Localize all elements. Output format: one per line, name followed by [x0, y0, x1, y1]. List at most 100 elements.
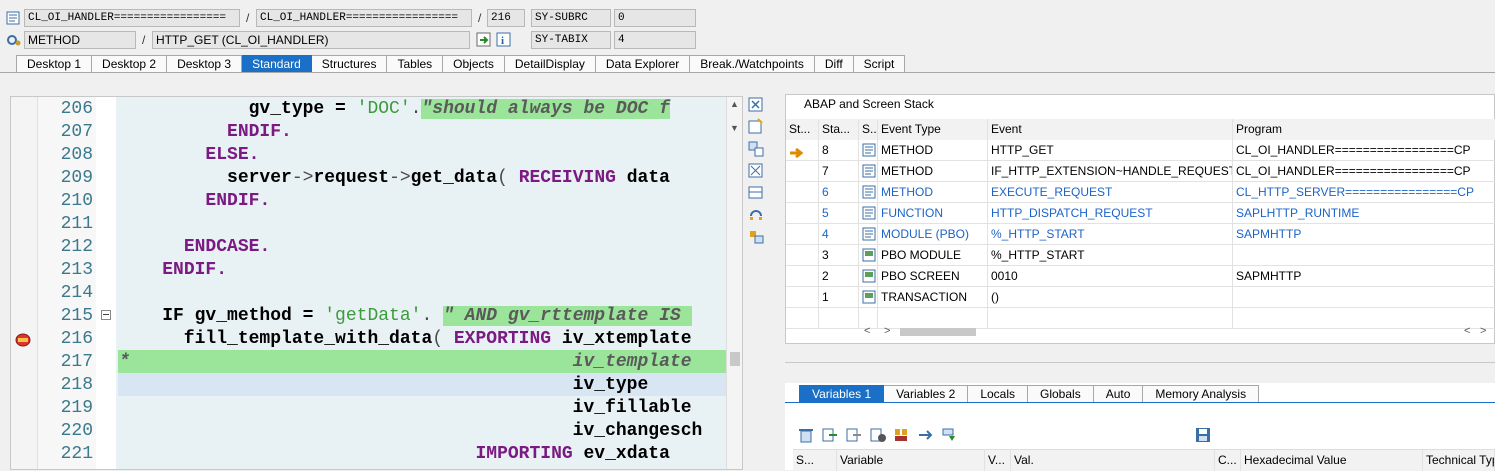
- tab-structures[interactable]: Structures: [311, 55, 388, 73]
- tab-standard[interactable]: Standard: [242, 55, 312, 73]
- scroll-up-icon[interactable]: ▲: [730, 99, 739, 109]
- header-row-method: [0, 30, 26, 50]
- tab-desktop-1[interactable]: Desktop 1: [16, 55, 93, 73]
- stack-type-cell: PBO SCREEN: [878, 266, 988, 287]
- event-type-icon-cell: [859, 266, 878, 287]
- stack-row[interactable]: 5 FUNCTION HTTP_DISPATCH_REQUEST SAPLHTTP_R…: [786, 203, 1495, 224]
- stack-column-header[interactable]: S...: [859, 119, 878, 140]
- current-frame-cell: [786, 182, 819, 203]
- remove-icon[interactable]: [869, 427, 887, 443]
- tab-variables-1[interactable]: Variables 1: [799, 385, 885, 403]
- refresh-tool-icon[interactable]: [747, 206, 765, 224]
- variables-column-header[interactable]: V...: [985, 450, 1011, 471]
- scroll-thumb[interactable]: [730, 352, 740, 366]
- variables-column-header[interactable]: Variable: [837, 450, 985, 471]
- stack-header-row: St...Sta...S...Event TypeEventProgram: [786, 119, 1495, 140]
- close-tool-icon[interactable]: [747, 96, 765, 114]
- stack-row[interactable]: 4 MODULE (PBO) %_HTTP_START SAPMHTTP: [786, 224, 1495, 245]
- source-code-editor[interactable]: 206 gv_type = 'DOC'."should always be DO…: [10, 96, 743, 470]
- tab-data-explorer[interactable]: Data Explorer: [595, 55, 691, 73]
- stack-row[interactable]: 7 METHOD IF_HTTP_EXTENSION~HANDLE_REQUEST C…: [786, 161, 1495, 182]
- tab-variables-2[interactable]: Variables 2: [884, 385, 969, 403]
- import-icon[interactable]: [821, 427, 839, 443]
- stack-row[interactable]: 8 METHOD HTTP_GET CL_OI_HANDLER============…: [786, 140, 1495, 161]
- program-icon: [6, 11, 22, 25]
- header-row-program: [0, 8, 26, 28]
- include-field[interactable]: CL_OI_HANDLER=================: [256, 9, 472, 27]
- event-type-icon-cell: [859, 287, 878, 308]
- stack-program-cell: SAPLHTTP_RUNTIME: [1233, 203, 1495, 224]
- stack-horizontal-scrollbar[interactable]: < > < >: [856, 325, 1495, 339]
- stack-column-header[interactable]: Program: [1233, 119, 1495, 140]
- navigate-icon[interactable]: [476, 32, 492, 48]
- info-icon[interactable]: i: [496, 32, 512, 48]
- variables-column-header[interactable]: C...: [1215, 450, 1241, 471]
- scroll-left-icon[interactable]: <: [864, 325, 870, 337]
- line-number-field[interactable]: 216: [487, 9, 525, 27]
- stack-event-cell: IF_HTTP_EXTENSION~HANDLE_REQUEST: [988, 161, 1233, 182]
- fold-column: [96, 97, 116, 469]
- stack-row[interactable]: 3 PBO MODULE %_HTTP_START: [786, 245, 1495, 266]
- variables-column-header[interactable]: Hexadecimal Value: [1241, 450, 1423, 471]
- export-icon[interactable]: [845, 427, 863, 443]
- stack-level-cell: 4: [819, 224, 859, 245]
- event-name-field[interactable]: HTTP_GET (CL_OI_HANDLER): [152, 31, 470, 49]
- breakpoint-icon[interactable]: [15, 333, 33, 347]
- sort-icon[interactable]: [893, 427, 911, 443]
- scroll-thumb[interactable]: [900, 328, 976, 336]
- tab-diff[interactable]: Diff: [814, 55, 854, 73]
- variables-tabs: Variables 1 Variables 2 Locals Globals Auto M…: [799, 385, 1260, 403]
- tab-memory-analysis[interactable]: Memory Analysis: [1143, 385, 1260, 403]
- program-field[interactable]: CL_OI_HANDLER=================: [24, 9, 240, 27]
- swap-tool-icon[interactable]: [747, 140, 765, 158]
- delete-icon[interactable]: [797, 427, 815, 443]
- stack-level-cell: 3: [819, 245, 859, 266]
- stack-level-cell: 8: [819, 140, 859, 161]
- stack-type-cell: FUNCTION: [878, 203, 988, 224]
- scroll-left-icon[interactable]: <: [1464, 325, 1470, 337]
- scroll-right-icon[interactable]: >: [884, 325, 890, 337]
- tab-desktop-3[interactable]: Desktop 3: [167, 55, 243, 73]
- stack-column-header[interactable]: Event Type: [878, 119, 988, 140]
- stack-column-header[interactable]: St...: [786, 119, 819, 140]
- panel-splitter[interactable]: [785, 362, 1495, 368]
- source-icon: [862, 164, 876, 182]
- tab-tables[interactable]: Tables: [387, 55, 444, 73]
- stack-row[interactable]: 2 PBO SCREEN 0010 SAPMHTTP: [786, 266, 1495, 287]
- editor-vertical-scrollbar[interactable]: ▲ ▼: [726, 97, 742, 469]
- tab-locals[interactable]: Locals: [968, 385, 1028, 403]
- variables-column-header[interactable]: S...: [793, 450, 837, 471]
- tab-script[interactable]: Script: [853, 55, 906, 73]
- code-line: gv_type = 'DOC'."should always be DOC f: [119, 99, 670, 119]
- variables-column-header[interactable]: Technical Type: [1423, 450, 1495, 471]
- stack-column-header[interactable]: Event: [988, 119, 1233, 140]
- event-type-icon-cell: [859, 224, 878, 245]
- code-line: iv_type: [119, 375, 649, 395]
- tab-globals[interactable]: Globals: [1028, 385, 1094, 403]
- fold-toggle-icon[interactable]: [101, 310, 111, 320]
- tab-objects[interactable]: Objects: [443, 55, 505, 73]
- layout-tool-icon[interactable]: [747, 184, 765, 202]
- variables-column-header[interactable]: Val.: [1011, 450, 1215, 471]
- line-number: 209: [60, 168, 93, 188]
- save-icon[interactable]: [1195, 427, 1211, 443]
- stack-event-cell: (): [988, 287, 1233, 308]
- tab-detaildisplay[interactable]: DetailDisplay: [504, 55, 596, 73]
- scroll-down-icon[interactable]: ▼: [730, 123, 739, 133]
- filter-icon[interactable]: [941, 427, 959, 443]
- maximize-tool-icon[interactable]: [747, 162, 765, 180]
- settings-tool-icon[interactable]: [747, 228, 765, 246]
- stack-row[interactable]: 6 METHOD EXECUTE_REQUEST CL_HTTP_SERVER====…: [786, 182, 1495, 203]
- new-tool-icon[interactable]: [747, 118, 765, 136]
- stack-row[interactable]: 1 TRANSACTION(): [786, 287, 1495, 308]
- event-type-field[interactable]: METHOD: [24, 31, 136, 49]
- tab-desktop-2[interactable]: Desktop 2: [92, 55, 168, 73]
- scroll-right-icon[interactable]: >: [1480, 325, 1486, 337]
- move-icon[interactable]: [917, 427, 935, 443]
- tab-auto[interactable]: Auto: [1093, 385, 1144, 403]
- tab-break-watchpoints[interactable]: Break./Watchpoints: [690, 55, 815, 73]
- stack-column-header[interactable]: Sta...: [819, 119, 859, 140]
- line-number: 207: [60, 122, 93, 142]
- breakpoint-gutter[interactable]: [11, 97, 38, 469]
- stack-program-cell: CL_OI_HANDLER=================CP: [1233, 140, 1495, 161]
